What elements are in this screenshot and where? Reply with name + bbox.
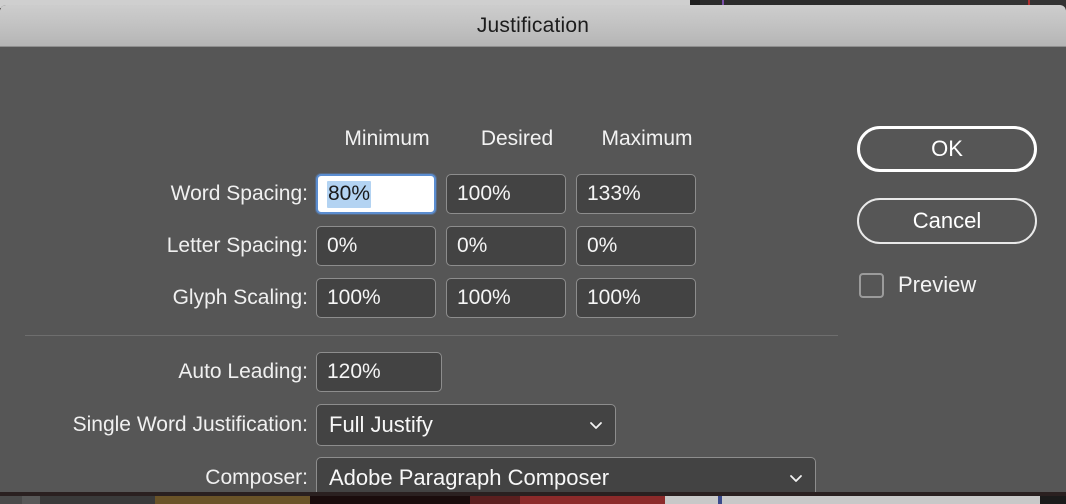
glyph-scaling-maximum-input[interactable]: 100% [576,278,696,318]
glyph-scaling-desired-input[interactable]: 100% [446,278,566,318]
cancel-button[interactable]: Cancel [857,198,1037,244]
letter-spacing-desired-input[interactable]: 0% [446,226,566,266]
label-composer: Composer: [205,466,308,489]
dialog-title: Justification [476,13,590,37]
word-spacing-minimum-input[interactable]: 80% [316,174,436,214]
label-glyph-scaling: Glyph Scaling: [172,286,308,309]
label-word-spacing: Word Spacing: [170,182,308,205]
row-letter-spacing: Letter Spacing: 0% 0% 0% [0,226,720,266]
chevron-down-icon [787,469,805,487]
screen: Justification Minimum Desired Maximum Wo… [0,0,1066,504]
single-word-justification-select[interactable]: Full Justify [316,404,616,446]
row-single-word-justification: Single Word Justification: Full Justify [0,404,616,446]
letter-spacing-minimum-input[interactable]: 0% [316,226,436,266]
ok-button[interactable]: OK [857,126,1037,172]
letter-spacing-maximum-input[interactable]: 0% [576,226,696,266]
chevron-down-icon [587,416,605,434]
composer-value: Adobe Paragraph Composer [329,465,610,490]
word-spacing-minimum-value: 80% [327,180,372,208]
section-divider [25,335,838,336]
column-headers: Minimum Desired Maximum [322,127,712,151]
row-composer: Composer: Adobe Paragraph Composer [0,457,816,492]
glyph-scaling-minimum-input[interactable]: 100% [316,278,436,318]
preview-label: Preview [898,272,977,297]
word-spacing-desired-input[interactable]: 100% [446,174,566,214]
column-header-minimum: Minimum [344,127,430,150]
row-auto-leading: Auto Leading: 120% [0,352,442,392]
preview-option[interactable]: Preview [859,272,976,298]
column-header-maximum: Maximum [601,127,693,150]
auto-leading-input[interactable]: 120% [316,352,442,392]
label-letter-spacing: Letter Spacing: [166,234,308,257]
single-word-justification-value: Full Justify [329,412,433,437]
preview-checkbox[interactable] [859,272,884,298]
composer-select[interactable]: Adobe Paragraph Composer [316,457,816,492]
dialog-titlebar: Justification [0,5,1066,47]
justification-dialog: Justification Minimum Desired Maximum Wo… [0,5,1066,492]
row-word-spacing: Word Spacing: 80% 100% 133% [0,174,720,214]
column-header-desired: Desired [480,127,554,150]
row-glyph-scaling: Glyph Scaling: 100% 100% 100% [0,278,720,318]
label-single-word-justification: Single Word Justification: [72,413,308,436]
word-spacing-maximum-input[interactable]: 133% [576,174,696,214]
label-auto-leading: Auto Leading: [178,360,308,383]
background-bottom-strip [0,496,1066,504]
dialog-body: Minimum Desired Maximum Word Spacing: 80… [0,47,1066,492]
